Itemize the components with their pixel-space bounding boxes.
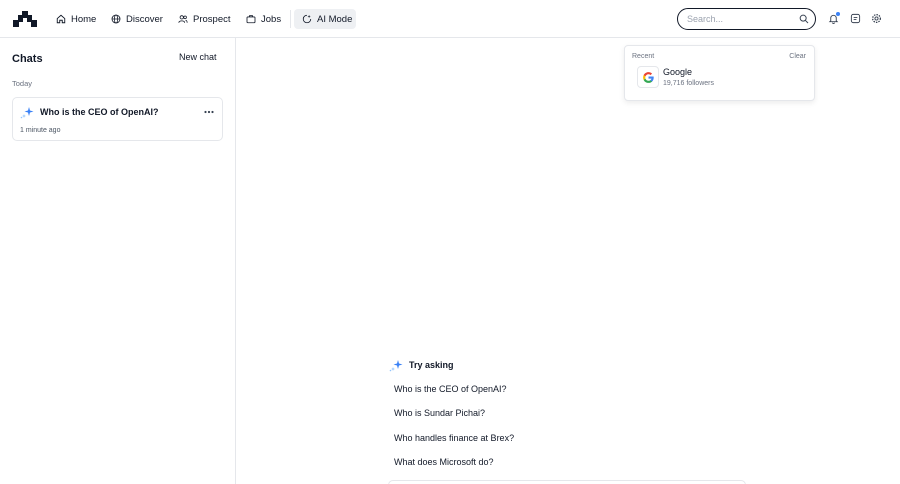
suggestion-item[interactable]: What does Microsoft do? <box>394 457 494 467</box>
recent-search-dropdown: Recent Clear Google 19,716 followers <box>624 45 815 101</box>
search-icon[interactable] <box>799 14 809 24</box>
search-input[interactable]: Search... <box>677 8 816 30</box>
nav-prospect[interactable]: Prospect <box>178 9 231 29</box>
nav-ai-mode[interactable]: AI Mode <box>294 9 356 29</box>
home-icon <box>56 14 66 24</box>
sparkle-icon <box>20 107 34 119</box>
chat-item[interactable]: Who is the CEO of OpenAI? 1 minute ago <box>12 97 223 141</box>
nav-ai-mode-label: AI Mode <box>317 13 353 25</box>
ai-mode-icon <box>302 14 312 24</box>
recent-item-name[interactable]: Google <box>663 67 692 77</box>
nav-discover[interactable]: Discover <box>111 9 163 29</box>
try-asking-heading: Try asking <box>409 360 454 370</box>
search-placeholder: Search... <box>687 14 724 24</box>
top-navigation-bar: Home Discover Prospect Jobs AI Mode Sear… <box>0 0 900 38</box>
nav-prospect-label: Prospect <box>193 13 231 25</box>
messages-icon[interactable] <box>850 13 861 24</box>
nav-divider <box>290 10 291 28</box>
chat-item-time: 1 minute ago <box>20 127 61 134</box>
sparkle-icon <box>389 360 403 372</box>
users-icon <box>178 15 188 23</box>
nav-jobs[interactable]: Jobs <box>246 9 281 29</box>
briefcase-icon <box>246 15 256 24</box>
google-logo-icon[interactable] <box>637 66 659 88</box>
chat-input-box[interactable] <box>388 480 746 484</box>
chat-item-title: Who is the CEO of OpenAI? <box>40 107 159 117</box>
app-logo-icon[interactable] <box>13 11 37 27</box>
nav-home-label: Home <box>71 13 97 25</box>
chats-title: Chats <box>12 53 43 65</box>
nav-discover-label: Discover <box>126 13 163 25</box>
globe-icon <box>111 14 121 24</box>
nav-jobs-label: Jobs <box>261 13 282 25</box>
new-chat-button[interactable]: New chat <box>175 51 221 66</box>
recent-item-followers: 19,716 followers <box>663 80 714 87</box>
nav-home[interactable]: Home <box>56 9 96 29</box>
suggestion-item[interactable]: Who is Sundar Pichai? <box>394 408 485 418</box>
gear-icon[interactable] <box>871 13 882 24</box>
chat-group-label: Today <box>12 79 33 88</box>
suggestion-item[interactable]: Who handles finance at Brex? <box>394 433 514 443</box>
suggestion-item[interactable]: Who is the CEO of OpenAI? <box>394 384 507 394</box>
google-g-icon <box>643 72 654 83</box>
chats-sidebar: Chats New chat Today Who is the CEO of O… <box>0 38 236 484</box>
recent-label: Recent <box>632 53 655 60</box>
notification-dot <box>836 12 840 16</box>
clear-recent-button[interactable]: Clear <box>789 53 806 60</box>
more-options-icon[interactable] <box>203 106 215 118</box>
